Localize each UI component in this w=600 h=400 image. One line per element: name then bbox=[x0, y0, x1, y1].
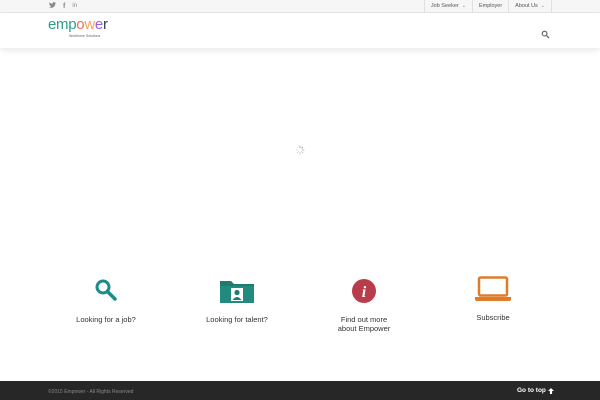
go-to-top-label: Go to top bbox=[517, 387, 546, 394]
feature-label-line-1: Find out more bbox=[340, 315, 388, 324]
logo-letter: w bbox=[84, 16, 95, 33]
nav-about-us-label: About Us bbox=[515, 3, 538, 9]
twitter-icon[interactable] bbox=[49, 1, 56, 12]
chevron-down-icon: ⌄ bbox=[461, 3, 466, 9]
site-footer: ©2015 Empower - All Rights Reserved Go t… bbox=[0, 381, 600, 400]
logo[interactable]: empower Workforce Solutions bbox=[48, 17, 108, 43]
logo-letter: m bbox=[56, 16, 69, 33]
copyright-text: ©2015 Empower - All Rights Reserved bbox=[48, 389, 134, 395]
svg-text:i: i bbox=[362, 284, 367, 301]
top-bar: f in Job Seeker ⌄ Employer About Us ⌄ bbox=[0, 0, 600, 13]
go-to-top-link[interactable]: Go to top bbox=[517, 387, 554, 394]
nav-employer-label: Employer bbox=[478, 3, 503, 9]
feature-subscribe[interactable]: Subscribe bbox=[443, 276, 543, 322]
feature-label: Looking for talent? bbox=[206, 315, 268, 324]
feature-boxes: Looking for a job? Looking for talent? i… bbox=[0, 270, 600, 370]
feature-label: Looking for a job? bbox=[76, 315, 136, 324]
nav-about-us[interactable]: About Us ⌄ bbox=[508, 0, 552, 13]
arrow-up-icon bbox=[547, 387, 554, 394]
search-icon[interactable] bbox=[541, 26, 550, 39]
logo-wordmark: empower bbox=[48, 17, 108, 33]
logo-tagline: Workforce Solutions bbox=[69, 34, 101, 38]
social-links: f in bbox=[49, 1, 77, 12]
linkedin-icon[interactable]: in bbox=[72, 1, 77, 12]
loading-spinner-icon bbox=[295, 142, 305, 155]
site-header: empower Workforce Solutions bbox=[0, 13, 600, 48]
search-icon bbox=[56, 278, 156, 306]
logo-letter: r bbox=[102, 16, 108, 33]
folder-user-icon bbox=[187, 278, 287, 306]
nav-job-seeker-label: Job Seeker bbox=[430, 3, 459, 9]
feature-find-out-more[interactable]: i Find out more about Empower bbox=[314, 278, 414, 333]
info-icon: i bbox=[314, 278, 414, 306]
feature-looking-for-job[interactable]: Looking for a job? bbox=[56, 278, 156, 324]
nav-employer[interactable]: Employer bbox=[471, 0, 508, 13]
laptop-icon bbox=[443, 276, 543, 304]
logo-letter: e bbox=[94, 16, 103, 33]
facebook-icon[interactable]: f bbox=[63, 1, 65, 12]
top-nav: Job Seeker ⌄ Employer About Us ⌄ bbox=[423, 0, 552, 13]
feature-label-line-2: about Empower bbox=[337, 324, 391, 333]
nav-job-seeker[interactable]: Job Seeker ⌄ bbox=[423, 0, 472, 13]
chevron-down-icon: ⌄ bbox=[540, 3, 545, 9]
feature-label: Subscribe bbox=[476, 313, 510, 322]
logo-letter: e bbox=[48, 16, 57, 33]
feature-looking-for-talent[interactable]: Looking for talent? bbox=[187, 278, 287, 324]
